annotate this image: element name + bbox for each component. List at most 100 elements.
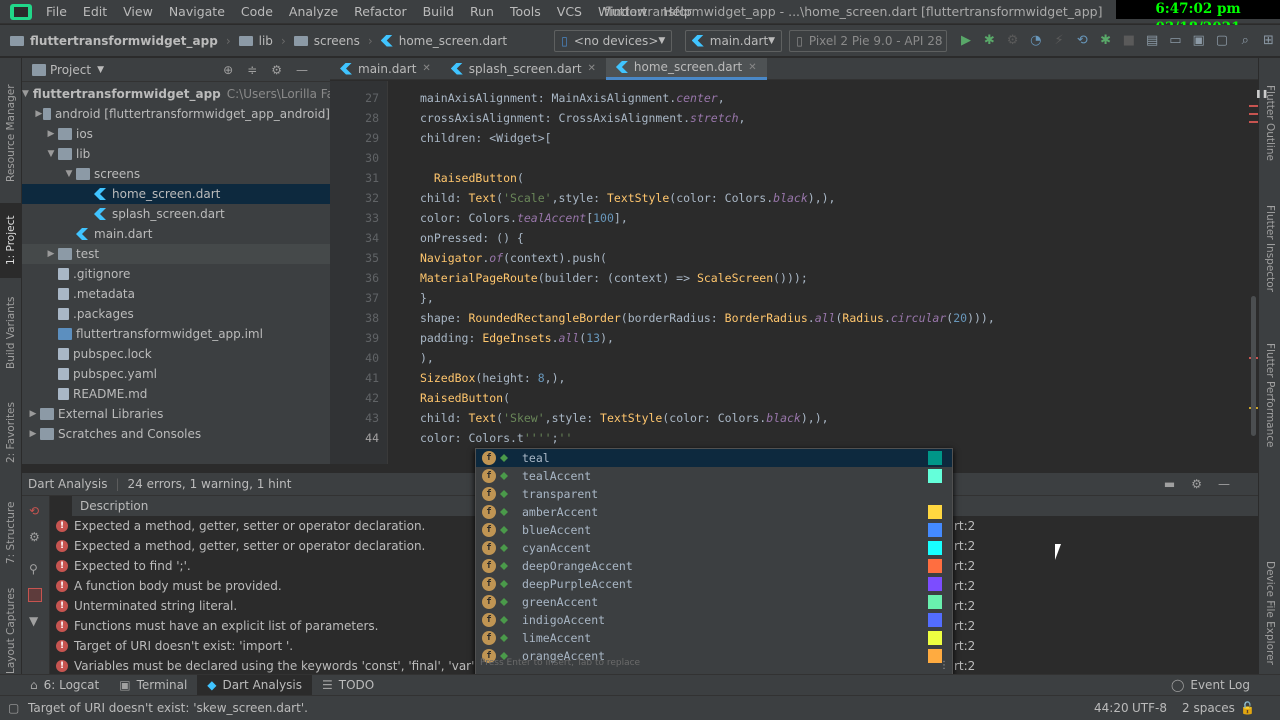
- chevron-down-icon[interactable]: ▼: [62, 164, 76, 184]
- code-line[interactable]: Navigator.of(context).push(: [420, 248, 607, 268]
- tree-item[interactable]: README.md: [22, 384, 330, 404]
- hot-reload-icon[interactable]: ⚡: [1047, 28, 1070, 54]
- autocomplete-item[interactable]: f limeAccent: [476, 629, 952, 647]
- menu-refactor[interactable]: Refactor: [346, 0, 414, 24]
- tree-item[interactable]: splash_screen.dart: [22, 204, 330, 224]
- tool-tab-logcat[interactable]: ⌂ 6: Logcat: [20, 675, 109, 695]
- lock-icon[interactable]: 🔓: [1240, 696, 1255, 720]
- caret-position[interactable]: 44:20: [1094, 696, 1129, 720]
- code-line[interactable]: color: Colors.t'''';'': [420, 428, 572, 448]
- menu-navigate[interactable]: Navigate: [161, 0, 233, 24]
- menu-edit[interactable]: Edit: [75, 0, 115, 24]
- tool-tab-layout-captures[interactable]: Layout Captures: [0, 587, 22, 673]
- search-icon[interactable]: ⌕: [1234, 28, 1257, 54]
- autocomplete-item[interactable]: f amberAccent: [476, 503, 952, 521]
- error-marker[interactable]: [1249, 105, 1258, 107]
- tree-item[interactable]: .gitignore: [22, 264, 330, 284]
- code-line[interactable]: onPressed: () {: [420, 228, 524, 248]
- autocomplete-item[interactable]: f indigoAccent: [476, 611, 952, 629]
- code-line[interactable]: MaterialPageRoute(builder: (context) => …: [420, 268, 808, 288]
- tree-item[interactable]: pubspec.lock: [22, 344, 330, 364]
- breadcrumb-screens[interactable]: screens: [288, 25, 366, 57]
- chevron-right-icon[interactable]: ▶: [26, 424, 40, 444]
- tree-item[interactable]: ▶ Scratches and Consoles: [22, 424, 330, 444]
- tree-item[interactable]: ▶ External Libraries: [22, 404, 330, 424]
- gear-icon[interactable]: ⚙: [29, 530, 40, 544]
- code-line[interactable]: children: <Widget>[: [420, 128, 552, 148]
- code-line[interactable]: mainAxisAlignment: MainAxisAlignment.cen…: [420, 88, 725, 108]
- chevron-down-icon[interactable]: ▼: [44, 144, 58, 164]
- tab-splash-screen-dart[interactable]: splash_screen.dart ✕: [441, 58, 606, 80]
- profile-icon[interactable]: ◔: [1024, 28, 1047, 54]
- tree-item[interactable]: ▼ fluttertransformwidget_app C:\Users\Lori…: [22, 84, 330, 104]
- tree-item[interactable]: .metadata: [22, 284, 330, 304]
- run-config-selector[interactable]: main.dart ▼: [684, 29, 783, 52]
- chevron-right-icon[interactable]: ▶: [44, 244, 58, 264]
- tool-tab-todo[interactable]: ☰ TODO: [312, 675, 384, 695]
- menu-analyze[interactable]: Analyze: [281, 0, 346, 24]
- chevron-right-icon[interactable]: ▶: [26, 404, 40, 424]
- chevron-down-icon[interactable]: ▼: [22, 84, 29, 104]
- tree-item[interactable]: .packages: [22, 304, 330, 324]
- menu-view[interactable]: View: [115, 0, 161, 24]
- autocomplete-popup[interactable]: f teal f tealAccent f transparent f amberAccent…: [475, 448, 953, 676]
- code-line[interactable]: child: Text('Skew',style: TextStyle(colo…: [420, 408, 829, 428]
- tree-item[interactable]: ▶ android [fluttertransformwidget_app_and…: [22, 104, 330, 124]
- comment-icon[interactable]: ▬: [1164, 477, 1191, 491]
- tab-main-dart[interactable]: main.dart ✕: [330, 58, 441, 80]
- file-encoding[interactable]: UTF-8: [1132, 696, 1167, 720]
- project-panel-title[interactable]: Project: [50, 63, 91, 77]
- tree-item[interactable]: main.dart: [22, 224, 330, 244]
- code-line[interactable]: RaisedButton(: [420, 168, 524, 188]
- tree-item[interactable]: home_screen.dart: [22, 184, 330, 204]
- more-options-icon[interactable]: ⋮: [939, 660, 949, 671]
- chevron-right-icon[interactable]: ▶: [44, 124, 58, 144]
- code-line[interactable]: child: Text('Scale',style: TextStyle(col…: [420, 188, 835, 208]
- breadcrumb-lib[interactable]: lib: [233, 25, 279, 57]
- tree-item[interactable]: ▼ screens: [22, 164, 330, 184]
- breadcrumb-project[interactable]: fluttertransformwidget_app: [0, 25, 224, 57]
- device-selector[interactable]: ▯ <no devices> ▼: [554, 29, 673, 52]
- menu-file[interactable]: File: [38, 0, 75, 24]
- tool-tab-flutter-inspector[interactable]: Flutter Inspector: [1259, 183, 1280, 313]
- menu-build[interactable]: Build: [415, 0, 462, 24]
- run-icon[interactable]: ▶: [954, 28, 977, 54]
- minimize-icon[interactable]: —: [296, 63, 322, 77]
- error-marker[interactable]: [1249, 121, 1258, 123]
- tool-tab-flutter-performance[interactable]: Flutter Performance: [1259, 320, 1280, 470]
- collapse-all-icon[interactable]: ≑: [247, 63, 271, 77]
- emulator-selector[interactable]: ▯ Pixel 2 Pie 9.0 - API 28: [789, 29, 948, 52]
- chevron-down-icon[interactable]: ▼: [97, 65, 104, 75]
- autocomplete-item[interactable]: f transparent: [476, 485, 952, 503]
- error-filter-icon[interactable]: ⟲: [29, 504, 39, 518]
- close-icon[interactable]: ✕: [748, 62, 756, 73]
- tree-item[interactable]: fluttertransformwidget_app.iml: [22, 324, 330, 344]
- autocomplete-item[interactable]: f blueAccent: [476, 521, 952, 539]
- stop-icon[interactable]: ■: [1117, 28, 1140, 54]
- tool-tab-device-file-explorer[interactable]: Device File Explorer: [1259, 538, 1280, 688]
- tool-window-toggle-icon[interactable]: ▢: [8, 696, 19, 720]
- tool-tab-flutter-outline[interactable]: Flutter Outline: [1259, 68, 1280, 178]
- code-line[interactable]: crossAxisAlignment: CrossAxisAlignment.s…: [420, 108, 745, 128]
- code-line[interactable]: RaisedButton(: [420, 388, 510, 408]
- menu-code[interactable]: Code: [233, 0, 281, 24]
- tool-tab-build-variants[interactable]: Build Variants: [0, 288, 22, 378]
- attach-debugger-icon[interactable]: ⚙: [1001, 28, 1024, 54]
- debug-icon[interactable]: ✱: [978, 28, 1001, 54]
- dart-analysis-title[interactable]: Dart Analysis: [28, 477, 108, 491]
- autocomplete-item[interactable]: f tealAccent: [476, 467, 952, 485]
- menu-vcs[interactable]: VCS: [549, 0, 590, 24]
- sync-icon[interactable]: ⟲: [1071, 28, 1094, 54]
- error-marker[interactable]: [1249, 113, 1258, 115]
- tab-home-screen-dart[interactable]: home_screen.dart ✕: [605, 57, 767, 80]
- autocomplete-item[interactable]: f cyanAccent: [476, 539, 952, 557]
- tree-item[interactable]: ▼ lib: [22, 144, 330, 164]
- project-structure-icon[interactable]: ▤: [1141, 28, 1164, 54]
- status-message[interactable]: Target of URI doesn't exist: 'skew_scree…: [28, 696, 308, 720]
- tool-tab-favorites[interactable]: 2: Favorites: [0, 393, 22, 473]
- gear-icon[interactable]: ⚙: [271, 63, 296, 77]
- editor-scrollbar[interactable]: ❚❚: [1249, 81, 1268, 464]
- chevron-right-icon[interactable]: ▶: [35, 104, 43, 124]
- tool-tab-project[interactable]: 1: Project: [0, 203, 22, 278]
- attach-icon[interactable]: ✱: [1094, 28, 1117, 54]
